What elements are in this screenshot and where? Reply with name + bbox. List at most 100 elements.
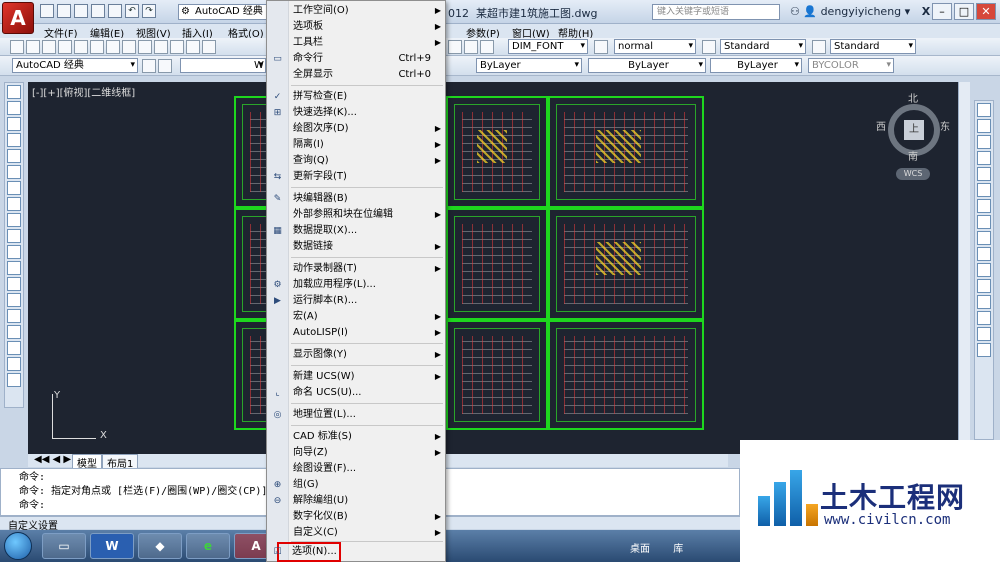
spline-icon[interactable] bbox=[7, 213, 21, 227]
compass-west[interactable]: 西 bbox=[876, 118, 886, 133]
menu-item-named-ucs[interactable]: ⌞ 命名 UCS(U)... bbox=[267, 385, 445, 401]
make-block-icon[interactable] bbox=[7, 277, 21, 291]
join-icon[interactable] bbox=[977, 295, 991, 309]
line-icon[interactable] bbox=[7, 85, 21, 99]
menu-item-data-extraction[interactable]: ▦ 数据提取(X)... bbox=[267, 223, 445, 239]
paste-icon[interactable] bbox=[138, 40, 152, 54]
polygon-icon[interactable] bbox=[7, 133, 21, 147]
close-button[interactable]: ✕ bbox=[976, 3, 996, 20]
color-select[interactable]: ByLayer bbox=[476, 58, 582, 73]
dim-style-icon[interactable] bbox=[594, 40, 608, 54]
binoculars-icon[interactable]: ⚇ bbox=[790, 5, 800, 18]
chevron-down-icon[interactable]: ▾ bbox=[905, 5, 911, 18]
menu-item-geolocation[interactable]: ◎ 地理位置(L)... bbox=[267, 407, 445, 423]
extend-icon[interactable] bbox=[977, 263, 991, 277]
menu-item-group[interactable]: ⊕ 组(G) bbox=[267, 477, 445, 493]
viewport-label[interactable]: [-][+][俯视][二维线框] bbox=[32, 84, 135, 99]
print-icon[interactable] bbox=[108, 4, 122, 18]
mirror-icon[interactable] bbox=[977, 135, 991, 149]
exchange-icon[interactable]: X bbox=[922, 5, 930, 18]
viewcube-top[interactable]: 上 bbox=[904, 120, 924, 140]
menu-item-customize[interactable]: 自定义(C) ▶ bbox=[267, 525, 445, 541]
text-style-select[interactable]: DIM_FONT bbox=[508, 39, 588, 54]
maximize-button[interactable]: □ bbox=[954, 3, 974, 20]
rectangle-icon[interactable] bbox=[7, 149, 21, 163]
minimize-button[interactable]: – bbox=[932, 3, 952, 20]
menu-item-wizards[interactable]: 向导(Z) ▶ bbox=[267, 445, 445, 461]
insert-block-icon[interactable] bbox=[7, 261, 21, 275]
new-icon[interactable] bbox=[10, 40, 24, 54]
linetype-select[interactable]: ByLayer bbox=[588, 58, 706, 73]
menu-item-command-line[interactable]: ▭ 命令行 Ctrl+9 bbox=[267, 51, 445, 67]
drawing-sheet[interactable] bbox=[548, 208, 704, 320]
lineweight-select[interactable]: ByLayer bbox=[710, 58, 802, 73]
menu-item-macro[interactable]: 宏(A) ▶ bbox=[267, 309, 445, 325]
workspace-select-2[interactable]: AutoCAD 经典 bbox=[12, 58, 138, 73]
compass-south[interactable]: 南 bbox=[908, 148, 918, 163]
point-icon[interactable] bbox=[7, 293, 21, 307]
chamfer-icon[interactable] bbox=[977, 311, 991, 325]
menu-item-quick-select[interactable]: ⊞ 快速选择(K)... bbox=[267, 105, 445, 121]
user-area[interactable]: ⚇ 👤 dengyiyicheng ▾ X ☆ ? bbox=[790, 5, 953, 18]
menu-item-load-application[interactable]: ⚙ 加载应用程序(L)... bbox=[267, 277, 445, 293]
undo-icon[interactable]: ↶ bbox=[125, 4, 139, 18]
copy-icon[interactable] bbox=[122, 40, 136, 54]
match-icon[interactable] bbox=[154, 40, 168, 54]
preview-icon[interactable] bbox=[74, 40, 88, 54]
dim-style-select[interactable]: normal bbox=[614, 39, 696, 54]
block-icon[interactable] bbox=[170, 40, 184, 54]
circle-icon[interactable] bbox=[7, 181, 21, 195]
pan-icon[interactable] bbox=[448, 40, 462, 54]
menu-item-palettes[interactable]: 选项板 ▶ bbox=[267, 19, 445, 35]
polyline-icon[interactable] bbox=[7, 117, 21, 131]
move-icon[interactable] bbox=[977, 183, 991, 197]
hatch-icon[interactable] bbox=[7, 309, 21, 323]
wcs-menu[interactable]: WCS bbox=[896, 168, 930, 180]
region-icon[interactable] bbox=[7, 341, 21, 355]
menu-item-toolbars[interactable]: 工具栏 ▶ bbox=[267, 35, 445, 51]
menu-item-drafting-settings[interactable]: 绘图设置(F)... bbox=[267, 461, 445, 477]
mtext-icon[interactable] bbox=[7, 373, 21, 387]
mleader-style-icon[interactable] bbox=[812, 40, 826, 54]
menu-item-update-fields[interactable]: ⇆ 更新字段(T) bbox=[267, 169, 445, 185]
menu-item-data-links[interactable]: 数据链接 ▶ bbox=[267, 239, 445, 255]
text-style-icon[interactable] bbox=[480, 40, 494, 54]
menu-item-spell-check[interactable]: ✓ 拼写检查(E) bbox=[267, 89, 445, 105]
menu-item-autolisp[interactable]: AutoLISP(I) ▶ bbox=[267, 325, 445, 341]
application-button[interactable]: A bbox=[2, 2, 34, 34]
fillet-icon[interactable] bbox=[977, 327, 991, 341]
drawing-sheet[interactable] bbox=[548, 96, 704, 208]
layer-select[interactable]: W bbox=[180, 58, 266, 73]
break-icon[interactable] bbox=[977, 279, 991, 293]
table-style-select[interactable]: Standard bbox=[720, 39, 806, 54]
menu-item-new-ucs[interactable]: 新建 UCS(W) ▶ bbox=[267, 369, 445, 385]
drawing-sheet[interactable] bbox=[548, 320, 704, 430]
drawing-sheet[interactable] bbox=[446, 320, 548, 430]
menu-item-fullscreen[interactable]: 全屏显示 Ctrl+0 bbox=[267, 67, 445, 83]
scale-icon[interactable] bbox=[977, 215, 991, 229]
table-icon[interactable] bbox=[7, 357, 21, 371]
gear-icon[interactable] bbox=[142, 59, 156, 73]
zoom-icon[interactable] bbox=[464, 40, 478, 54]
menu-item-options[interactable]: ☑ 选项(N)... bbox=[273, 542, 341, 562]
save-icon[interactable] bbox=[74, 4, 88, 18]
erase-icon[interactable] bbox=[977, 103, 991, 117]
start-button[interactable] bbox=[4, 532, 32, 560]
menu-item-inquiry[interactable]: 查询(Q) ▶ bbox=[267, 153, 445, 169]
menu-item-isolate[interactable]: 隔离(I) ▶ bbox=[267, 137, 445, 153]
menu-item-run-script[interactable]: ▶ 运行脚本(R)... bbox=[267, 293, 445, 309]
construction-line-icon[interactable] bbox=[7, 101, 21, 115]
compass-north[interactable]: 北 bbox=[908, 90, 918, 105]
ellipse-icon[interactable] bbox=[7, 229, 21, 243]
stretch-icon[interactable] bbox=[977, 231, 991, 245]
layer-manager-icon[interactable] bbox=[158, 59, 172, 73]
search-input[interactable]: 键入关键字或短语 bbox=[652, 4, 780, 20]
menu-item-workspaces[interactable]: 工作空间(O) ▶ bbox=[267, 3, 445, 19]
taskbar-word-icon[interactable]: W bbox=[90, 533, 134, 559]
workspace-select[interactable]: ⚙ AutoCAD 经典 bbox=[178, 4, 268, 20]
taskbar-explorer-icon[interactable]: ▭ bbox=[42, 533, 86, 559]
mleader-style-select[interactable]: Standard bbox=[830, 39, 916, 54]
redo-icon[interactable]: ↷ bbox=[142, 4, 156, 18]
print-icon[interactable] bbox=[58, 40, 72, 54]
new-file-icon[interactable] bbox=[40, 4, 54, 18]
